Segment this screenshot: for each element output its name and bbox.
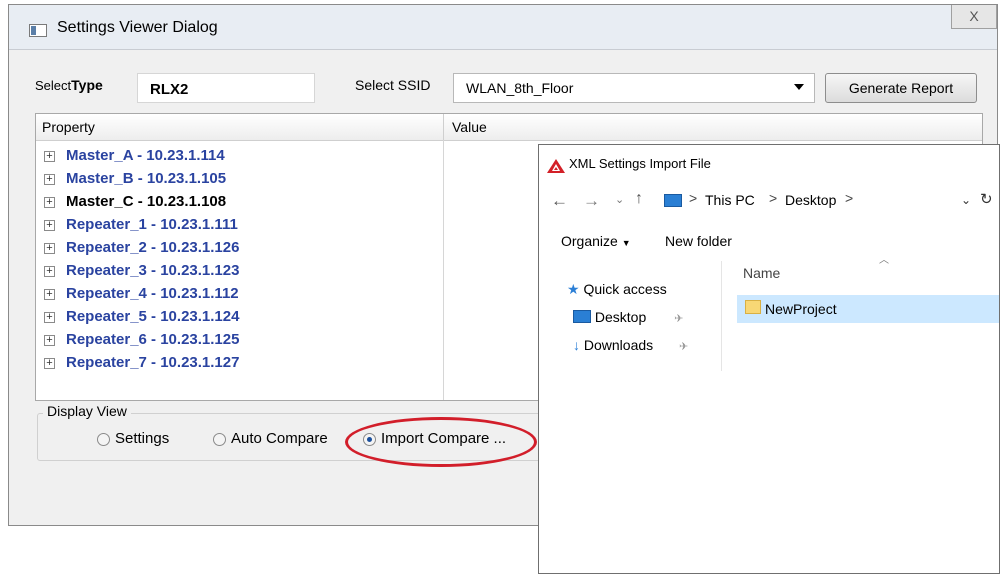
nav-downloads[interactable]: ↓ Downloads ✈	[573, 337, 688, 353]
tree-row[interactable]: + Repeater_4 - 10.23.1.112	[38, 283, 528, 306]
path-segment-this-pc[interactable]: This PC	[705, 192, 755, 208]
expand-icon[interactable]: +	[44, 243, 55, 254]
path-segment-desktop[interactable]: Desktop	[785, 192, 836, 208]
tree-row-label: Repeater_5 - 10.23.1.124	[66, 308, 240, 325]
tree-row[interactable]: + Master_B - 10.23.1.105	[38, 168, 528, 191]
file-dialog-title: XML Settings Import File	[569, 156, 711, 171]
forward-arrow-icon[interactable]: →	[583, 191, 600, 211]
column-header-name[interactable]: Name	[743, 265, 780, 281]
file-list-item[interactable]: NewProject	[737, 295, 999, 323]
pin-icon[interactable]: ✈	[679, 341, 688, 353]
radio-auto-compare[interactable]	[213, 433, 226, 446]
nav-downloads-label: Downloads	[583, 337, 654, 353]
generate-report-button[interactable]: Generate Report	[825, 73, 977, 103]
close-button[interactable]: X	[951, 5, 997, 29]
select-type-prefix: Select	[35, 78, 72, 93]
nav-quick-access[interactable]: ★ Quick access	[567, 281, 667, 298]
app-logo-icon	[547, 159, 565, 173]
tree-row-label: Master_A - 10.23.1.114	[66, 147, 225, 164]
up-arrow-icon[interactable]: ↑	[635, 190, 643, 208]
organize-button[interactable]: Organize ▼	[561, 233, 631, 249]
organize-label: Organize	[561, 233, 618, 249]
expand-icon[interactable]: +	[44, 335, 55, 346]
ssid-value: WLAN_8th_Floor	[466, 80, 574, 96]
nav-quick-access-label: Quick access	[583, 281, 667, 297]
column-divider[interactable]	[443, 114, 444, 140]
expand-icon[interactable]: +	[44, 220, 55, 231]
display-view-label: Display View	[43, 403, 131, 419]
pin-icon[interactable]: ✈	[674, 313, 683, 325]
nav-desktop[interactable]: Desktop ✈	[573, 309, 683, 325]
highlight-ellipse	[345, 417, 537, 467]
tree-row-label: Master_B - 10.23.1.105	[66, 170, 227, 187]
folder-icon	[745, 300, 761, 314]
xml-import-dialog: XML Settings Import File ← → ⌄ ↑ > This …	[538, 144, 1000, 574]
expand-icon[interactable]: +	[44, 197, 55, 208]
radio-settings-label[interactable]: Settings	[115, 430, 169, 447]
dialog-title: Settings Viewer Dialog	[57, 19, 218, 36]
nav-desktop-label: Desktop	[594, 309, 647, 325]
chevron-down-icon	[794, 84, 804, 90]
expand-icon[interactable]: +	[44, 151, 55, 162]
tree-row-label: Repeater_3 - 10.23.1.123	[66, 262, 240, 279]
chevron-down-icon: ▼	[621, 238, 631, 248]
tree-row-label: Repeater_1 - 10.23.1.111	[66, 216, 238, 233]
dialog-titlebar: Settings Viewer Dialog X	[9, 5, 997, 50]
sort-chevron-icon: ︿	[879, 255, 889, 266]
path-separator[interactable]: >	[769, 190, 777, 206]
refresh-icon[interactable]: ↻	[980, 190, 993, 208]
address-dropdown-icon[interactable]: ⌄	[961, 193, 971, 207]
tree-row-label: Repeater_7 - 10.23.1.127	[66, 354, 240, 371]
tree-row-label: Repeater_6 - 10.23.1.125	[66, 331, 240, 348]
desktop-icon	[573, 310, 591, 323]
tree-row[interactable]: + Master_A - 10.23.1.114	[38, 145, 528, 168]
download-icon: ↓	[573, 337, 580, 353]
tree-row[interactable]: + Repeater_2 - 10.23.1.126	[38, 237, 528, 260]
select-type-bold: Type	[71, 77, 103, 93]
tree-row-label: Master_C - 10.23.1.108	[66, 193, 227, 210]
expand-icon[interactable]: +	[44, 266, 55, 277]
tree-row[interactable]: + Repeater_1 - 10.23.1.111	[38, 214, 528, 237]
tree-row[interactable]: + Repeater_5 - 10.23.1.124	[38, 306, 528, 329]
expand-icon[interactable]: +	[44, 289, 55, 300]
new-folder-button[interactable]: New folder	[665, 233, 732, 249]
tree-row[interactable]: + Repeater_6 - 10.23.1.125	[38, 329, 528, 352]
select-ssid-label: Select SSID	[355, 77, 431, 93]
ssid-dropdown[interactable]: WLAN_8th_Floor	[453, 73, 815, 103]
recent-chevron-icon[interactable]: ⌄	[615, 193, 624, 206]
tree-row[interactable]: + Repeater_7 - 10.23.1.127	[38, 352, 528, 375]
back-arrow-icon[interactable]: ←	[551, 191, 568, 211]
tree-row-label: Repeater_4 - 10.23.1.112	[66, 285, 239, 302]
star-icon: ★	[567, 281, 580, 297]
file-name: NewProject	[765, 301, 837, 317]
expand-icon[interactable]: +	[44, 174, 55, 185]
tree-header: Property Value	[36, 114, 982, 141]
column-header-value[interactable]: Value	[452, 119, 487, 135]
radio-auto-compare-label[interactable]: Auto Compare	[231, 430, 328, 447]
path-separator[interactable]: >	[845, 190, 853, 206]
this-pc-icon[interactable]	[664, 194, 682, 207]
path-separator[interactable]: >	[689, 190, 697, 206]
tree-row[interactable]: + Master_C - 10.23.1.108	[38, 191, 528, 214]
select-type-label: SelectType	[35, 77, 103, 93]
radio-settings[interactable]	[97, 433, 110, 446]
type-field[interactable]: RLX2	[137, 73, 315, 103]
expand-icon[interactable]: +	[44, 358, 55, 369]
app-window-icon	[29, 24, 47, 37]
column-header-property[interactable]: Property	[42, 119, 95, 135]
tree-row[interactable]: + Repeater_3 - 10.23.1.123	[38, 260, 528, 283]
expand-icon[interactable]: +	[44, 312, 55, 323]
tree-row-label: Repeater_2 - 10.23.1.126	[66, 239, 240, 256]
pane-divider[interactable]	[721, 261, 722, 371]
